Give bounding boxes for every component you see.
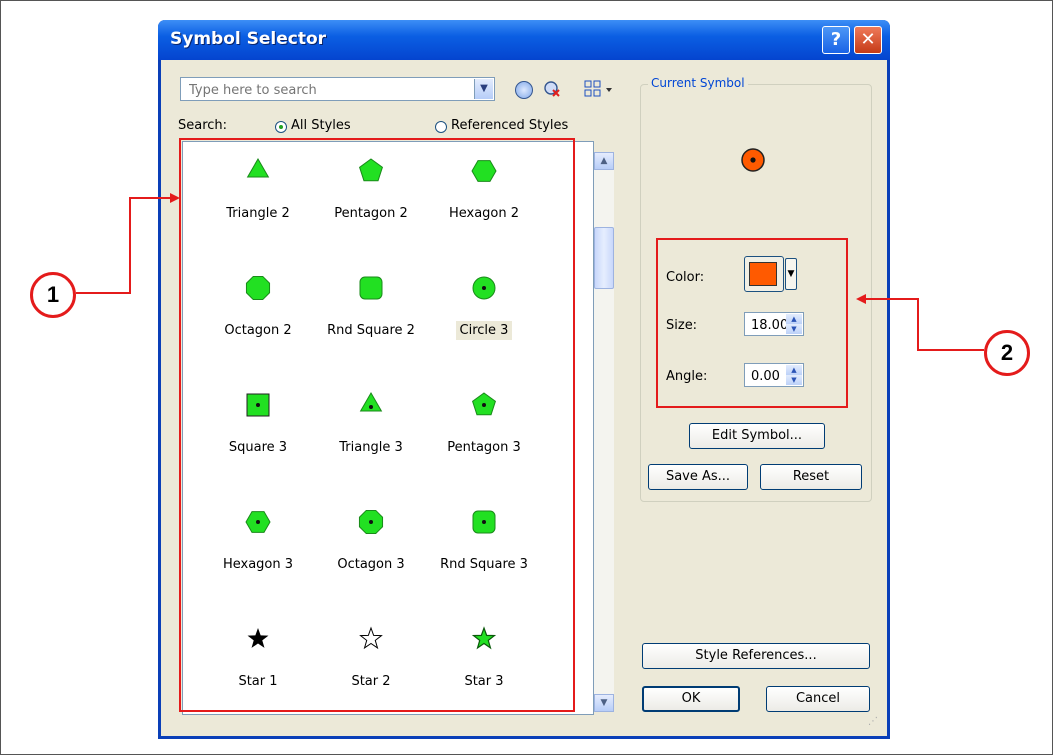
callout-2: 2 bbox=[984, 330, 1030, 376]
annotation-arrows bbox=[76, 193, 984, 351]
callout-1: 1 bbox=[30, 272, 76, 318]
